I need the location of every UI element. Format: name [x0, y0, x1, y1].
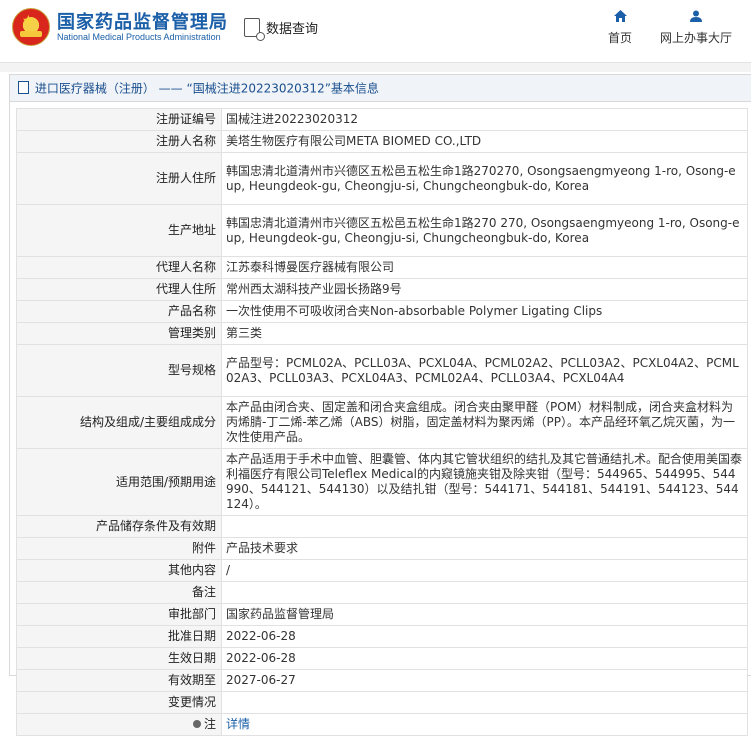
detail-panel: 进口医疗器械（注册） —— “国械注进20223020312”基本信息 注册证编…	[9, 74, 751, 736]
row-label: 注册证编号	[16, 108, 222, 131]
document-icon	[18, 81, 29, 94]
row-label: 附件	[16, 537, 222, 560]
row-value: 国家药品监督管理局	[221, 603, 748, 626]
table-row: 产品名称 一次性使用不可吸收闭合夹Non-absorbable Polymer …	[16, 300, 748, 323]
nav-service-hall-link[interactable]: 网上办事大厅	[657, 10, 735, 46]
table-row: 注册人名称 美塔生物医疗有限公司META BIOMED CO.,LTD	[16, 130, 748, 153]
table-row: 注 详情	[16, 713, 748, 736]
row-label: 审批部门	[16, 603, 222, 626]
nav-home-label: 首页	[607, 31, 632, 45]
nav-home-link[interactable]: 首页	[606, 10, 634, 46]
row-value: 第三类	[221, 322, 748, 345]
row-value: /	[221, 559, 748, 582]
site-title-en[interactable]: National Medical Products Administration	[57, 32, 221, 42]
row-value: 江苏泰科博曼医疗器械有限公司	[221, 256, 748, 279]
table-row: 批准日期 2022-06-28	[16, 625, 748, 648]
table-row: 产品储存条件及有效期	[16, 515, 748, 538]
row-label: 型号规格	[16, 344, 222, 397]
table-row: 注册证编号 国械注进20223020312	[16, 108, 748, 131]
table-row: 生产地址 韩国忠清北道清州市兴德区五松邑五松生命1路270 270, Osong…	[16, 204, 748, 257]
row-value	[221, 691, 748, 714]
breadcrumb: 进口医疗器械（注册） —— “国械注进20223020312”基本信息	[10, 75, 751, 102]
row-value: 2027-06-27	[221, 669, 748, 692]
breadcrumb-record-title: “国械注进20223020312”基本信息	[186, 81, 379, 96]
breadcrumb-separator: ——	[158, 81, 183, 96]
row-value: 常州西太湖科技产业园长扬路9号	[221, 278, 748, 301]
row-label: 备注	[16, 581, 222, 604]
row-value: 一次性使用不可吸收闭合夹Non-absorbable Polymer Ligat…	[221, 300, 748, 323]
row-label: 生产地址	[16, 204, 222, 257]
table-row: 附件 产品技术要求	[16, 537, 748, 560]
row-label: 变更情况	[16, 691, 222, 714]
row-value: 国械注进20223020312	[221, 108, 748, 131]
breadcrumb-category-link[interactable]: 进口医疗器械（注册）	[35, 82, 155, 96]
row-value: 详情	[221, 713, 748, 736]
table-row: 结构及组成/主要组成成分 本产品由闭合夹、固定盖和闭合夹盒组成。闭合夹由聚甲醛（…	[16, 396, 748, 449]
note-label: 注	[203, 717, 216, 731]
row-value: 2022-06-28	[221, 625, 748, 648]
row-value: 2022-06-28	[221, 647, 748, 670]
row-label: 产品名称	[16, 300, 222, 323]
row-label: 生效日期	[16, 647, 222, 670]
row-label: 批准日期	[16, 625, 222, 648]
data-query-icon	[244, 17, 265, 41]
details-link[interactable]: 详情	[226, 717, 250, 731]
row-label: 注册人名称	[16, 130, 222, 153]
table-row: 代理人名称 江苏泰科博曼医疗器械有限公司	[16, 256, 748, 279]
row-label: 有效期至	[16, 669, 222, 692]
site-header: ★ 国家药品监督管理局 National Medical Products Ad…	[0, 0, 751, 63]
row-label: 注	[16, 713, 222, 736]
table-row: 管理类别 第三类	[16, 322, 748, 345]
row-value: 韩国忠清北道清州市兴德区五松邑五松生命1路270 270, Osongsaeng…	[221, 204, 748, 257]
row-value: 本产品适用于手术中血管、胆囊管、体内其它管状组织的结扎及其它普通结扎术。配合使用…	[221, 448, 748, 516]
table-row: 生效日期 2022-06-28	[16, 647, 748, 670]
row-value: 本产品由闭合夹、固定盖和闭合夹盒组成。闭合夹由聚甲醛（POM）材料制成，闭合夹盒…	[221, 396, 748, 449]
row-label: 结构及组成/主要组成成分	[16, 396, 222, 449]
national-emblem-icon: ★	[12, 8, 50, 46]
note-dot-icon	[192, 720, 201, 728]
table-row: 其他内容 /	[16, 559, 748, 582]
table-row: 审批部门 国家药品监督管理局	[16, 603, 748, 626]
table-row: 型号规格 产品型号：PCML02A、PCLL03A、PCXL04A、PCML02…	[16, 344, 748, 397]
table-row: 备注	[16, 581, 748, 604]
row-label: 产品储存条件及有效期	[16, 515, 222, 538]
row-label: 代理人名称	[16, 256, 222, 279]
row-label: 注册人住所	[16, 152, 222, 205]
row-value: 产品型号：PCML02A、PCLL03A、PCXL04A、PCML02A2、PC…	[221, 344, 748, 397]
row-value	[221, 515, 748, 538]
table-row: 变更情况	[16, 691, 748, 714]
row-label: 其他内容	[16, 559, 222, 582]
data-query-link[interactable]: 数据查询	[244, 17, 319, 41]
nav-service-hall-label: 网上办事大厅	[659, 31, 732, 45]
row-label: 代理人住所	[16, 278, 222, 301]
registration-info-table: 注册证编号 国械注进20223020312 注册人名称 美塔生物医疗有限公司ME…	[16, 108, 748, 736]
row-label: 管理类别	[16, 322, 222, 345]
row-label: 适用范围/预期用途	[16, 448, 222, 516]
page-separator	[0, 63, 751, 72]
home-icon	[606, 10, 634, 25]
site-title-cn[interactable]: 国家药品监督管理局	[57, 8, 228, 34]
row-value: 产品技术要求	[221, 537, 748, 560]
row-value	[221, 581, 748, 604]
row-value: 美塔生物医疗有限公司META BIOMED CO.,LTD	[221, 130, 748, 153]
row-value: 韩国忠清北道清州市兴德区五松邑五松生命1路270270, Osongsaengm…	[221, 152, 748, 205]
table-row: 代理人住所 常州西太湖科技产业园长扬路9号	[16, 278, 748, 301]
table-row: 有效期至 2027-06-27	[16, 669, 748, 692]
table-row: 注册人住所 韩国忠清北道清州市兴德区五松邑五松生命1路270270, Osong…	[16, 152, 748, 205]
user-icon	[657, 10, 735, 25]
data-query-label: 数据查询	[266, 21, 319, 37]
table-row: 适用范围/预期用途 本产品适用于手术中血管、胆囊管、体内其它管状组织的结扎及其它…	[16, 448, 748, 516]
